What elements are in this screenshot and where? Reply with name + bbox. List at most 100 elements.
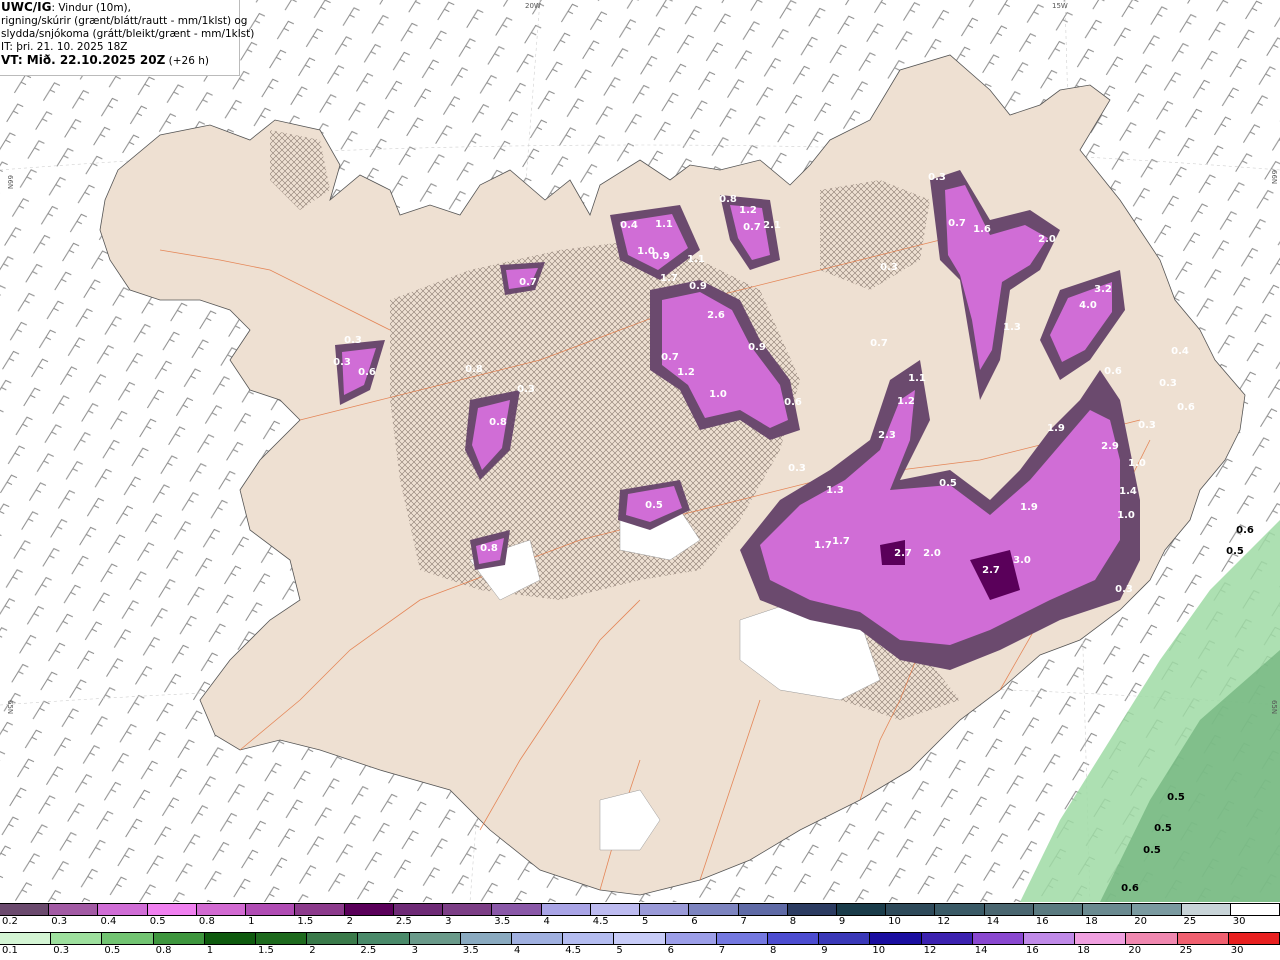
rain-legend-swatch [307, 933, 359, 944]
rain-legend-swatch [665, 933, 717, 944]
valid-time: VT: Mið. 22.10.2025 20Z [1, 53, 166, 67]
snow-value-label: 2.6 [707, 310, 725, 321]
snow-legend-label: 4 [543, 916, 550, 927]
snow-value-label: 1.7 [814, 540, 832, 551]
rain-legend-swatch [409, 933, 461, 944]
rain-legend-swatch [51, 933, 103, 944]
rain-legend-swatch [716, 933, 769, 944]
snow-value-label: 0.7 [743, 222, 761, 233]
snow-value-label: 0.3 [880, 262, 898, 273]
snow-value-label: 0.4 [1171, 346, 1189, 357]
snow-value-label: 1.9 [1047, 423, 1065, 434]
snow-description: slydda/snjókoma (grátt/bleikt/grænt - mm… [1, 28, 255, 40]
snow-value-label: 1.0 [1117, 510, 1135, 521]
snow-legend-swatch [196, 904, 247, 915]
rain-legend-label: 1 [206, 945, 214, 956]
snow-value-label: 4.0 [1079, 300, 1097, 311]
graticule-label-15w: 15W [1052, 2, 1068, 10]
snow-value-label: 2.9 [1101, 441, 1119, 452]
snow-legend-swatch [689, 904, 739, 915]
rain-legend-label: 25 [1179, 945, 1193, 956]
rain-legend-swatch [102, 933, 154, 944]
rain-legend-label: 1.5 [258, 945, 274, 956]
snow-value-label: 0.8 [465, 364, 483, 375]
rain-legend-swatch [1177, 933, 1229, 944]
snow-legend-swatch [295, 904, 345, 915]
variable-title: : Vindur (10m), [51, 2, 131, 14]
snow-value-label: 0.7 [870, 338, 888, 349]
snow-value-label: 1.2 [739, 205, 757, 216]
snow-legend-label: 2 [346, 916, 353, 927]
snow-value-label: 0.3 [1115, 584, 1133, 595]
snow-value-label: 0.3 [788, 463, 806, 474]
snow-legend-swatch [590, 904, 641, 915]
rain-value-label: 0.6 [1236, 525, 1254, 536]
snow-value-label: 0.3 [344, 335, 362, 346]
rain-legend-label: 0.1 [2, 945, 18, 956]
snow-value-label: 0.3 [517, 384, 535, 395]
rain-legend-swatch [819, 933, 871, 944]
rain-legend-swatch [768, 933, 820, 944]
snow-legend-swatch [1083, 904, 1133, 915]
rain-legend-labels: 0.1 0.3 0.5 0.8 1 1.5 2 2.5 3 3.5 4 4.5 5 6 7 8 9 10 12 14 1… [0, 945, 1280, 958]
snow-legend-swatch [836, 904, 887, 915]
snow-value-label: 1.1 [655, 219, 673, 230]
rain-legend-label: 20 [1128, 945, 1142, 956]
snow-value-label: 1.3 [1003, 322, 1021, 333]
rain-legend: 0.1 0.3 0.5 0.8 1 1.5 2 2.5 3 3.5 4 4.5 5 6 7 8 9 10 12 14 1… [0, 932, 1280, 958]
snow-legend-swatch [147, 904, 197, 915]
rain-legend-label: 3 [411, 945, 418, 956]
graticule-label-66n-right: 66N [1270, 170, 1278, 184]
snow-value-label: 0.9 [748, 342, 766, 353]
graticule-label-65n-left: 65N [6, 700, 14, 714]
rain-legend-label: 10 [872, 945, 886, 956]
snow-value-label: 1.2 [897, 396, 915, 407]
snow-value-label: 3.0 [1013, 555, 1031, 566]
snow-value-label: 0.9 [689, 281, 707, 292]
snow-legend-label: 0.8 [198, 916, 215, 927]
snow-legend-swatch [443, 904, 493, 915]
snow-legend-label: 8 [789, 916, 797, 927]
snow-value-label: 1.7 [660, 273, 678, 284]
rain-description: rigning/skúrir (grænt/blátt/rautt - mm/1… [1, 15, 248, 27]
graticule-label-20w: 20W [525, 2, 541, 10]
rain-legend-swatch [563, 933, 615, 944]
rain-legend-swatch [460, 933, 513, 944]
snow-legend-label: 6 [691, 916, 698, 927]
snow-value-label: 0.3 [1138, 420, 1156, 431]
snow-value-label: 2.0 [1038, 234, 1056, 245]
snow-value-label: 0.6 [1177, 402, 1195, 413]
snow-legend-label: 7 [740, 916, 747, 927]
snow-value-label: 0.6 [1104, 366, 1122, 377]
rain-value-label: 0.6 [1121, 883, 1139, 894]
rain-legend-label: 18 [1077, 945, 1090, 956]
snow-legend-swatch [246, 904, 296, 915]
forecast-lead: (+26 h) [165, 55, 210, 67]
snow-legend-label: 16 [1035, 916, 1049, 927]
snow-value-label: 1.6 [973, 224, 991, 235]
rain-legend-swatch [870, 933, 922, 944]
snow-legend-labels: 0.2 0.3 0.4 0.5 0.8 1 1.5 2 2.5 3 3.5 4 4.5 5 6 7 8 9 10 12… [0, 916, 1280, 929]
snow-value-label: 2.7 [982, 565, 1000, 576]
snow-value-label: 0.6 [358, 367, 376, 378]
snow-value-label: 1.0 [1128, 458, 1146, 469]
snow-legend-swatch [1230, 904, 1280, 915]
rain-legend-label: 5 [616, 945, 623, 956]
snow-value-label: 1.3 [826, 485, 844, 496]
snow-legend-swatch [49, 904, 99, 915]
snow-value-label: 1.2 [677, 367, 695, 378]
snow-legend-label: 5 [642, 916, 649, 927]
snow-legend-label: 4.5 [592, 916, 609, 927]
rain-legend-label: 4 [514, 945, 521, 956]
snow-legend-label: 0.5 [149, 916, 166, 927]
snow-value-label: 0.5 [645, 500, 663, 511]
snow-legend-swatch [492, 904, 542, 915]
snow-value-label: 1.1 [908, 373, 926, 384]
snow-value-label: 1.1 [687, 254, 705, 265]
graticule-label-66n-left: 66N [6, 175, 14, 189]
snow-legend-swatch [1033, 904, 1084, 915]
snow-value-label: 1.4 [1119, 486, 1137, 497]
rain-legend-swatch [614, 933, 666, 944]
snow-value-label: 0.8 [719, 194, 737, 205]
snow-legend-label: 18 [1085, 916, 1098, 927]
